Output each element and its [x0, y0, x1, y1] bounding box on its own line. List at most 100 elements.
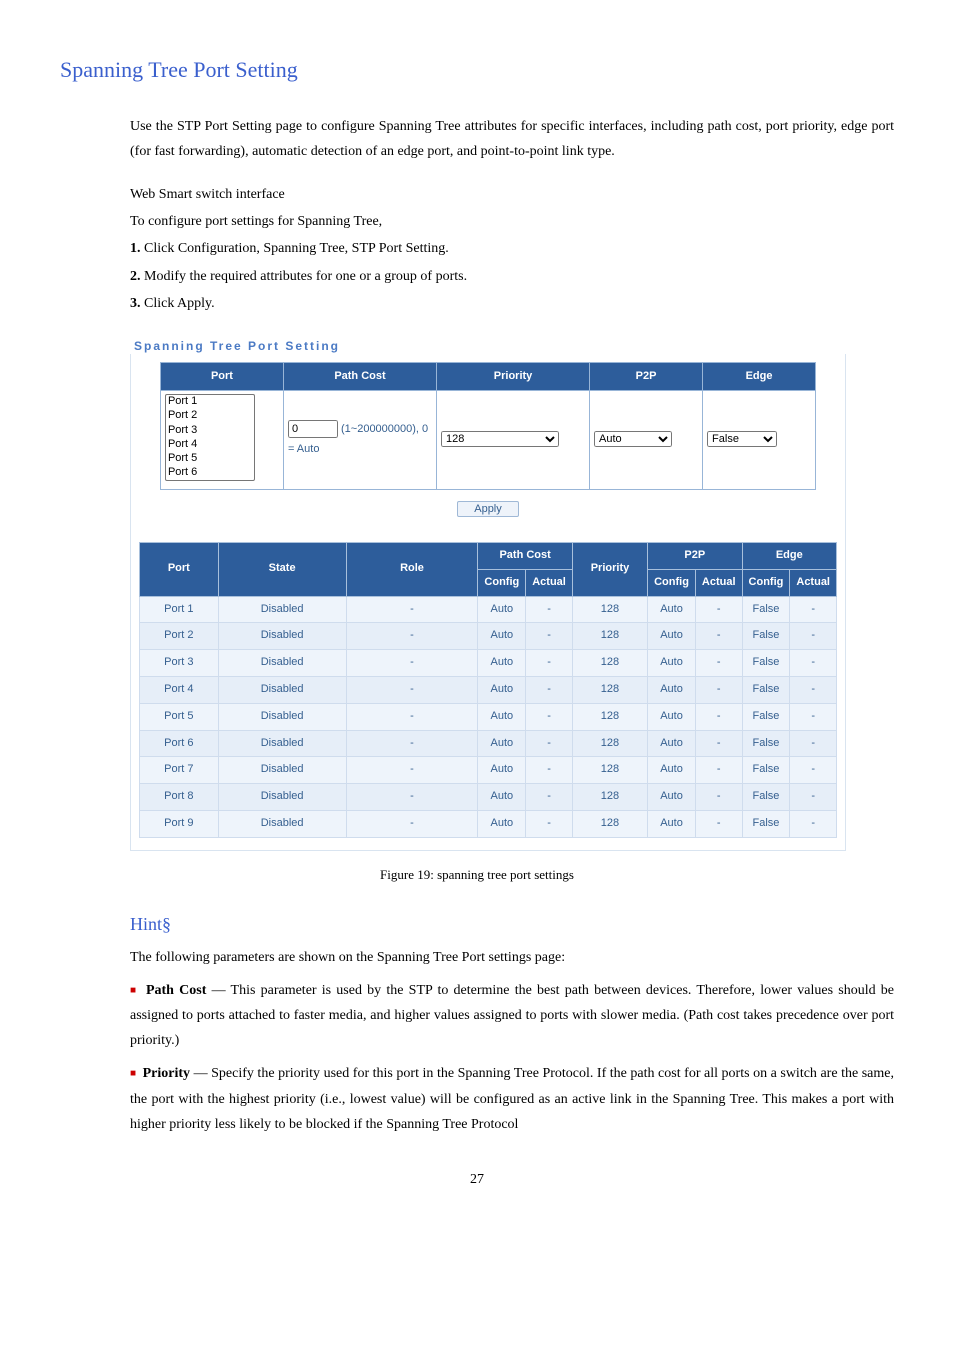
step-2: 2. Modify the required attributes for on…	[130, 264, 894, 289]
table-cell: 128	[572, 784, 647, 811]
table-cell: Auto	[648, 623, 696, 650]
port-option[interactable]: Port 1	[166, 395, 254, 409]
table-cell: Auto	[648, 596, 696, 623]
table-cell: 128	[572, 677, 647, 704]
step-3: 3. Click Apply.	[130, 291, 894, 316]
table-row: Port 6Disabled-Auto-128Auto-False-	[140, 730, 837, 757]
table-cell: Disabled	[218, 596, 346, 623]
table-cell: Auto	[478, 650, 526, 677]
hint-priority-body: — Specify the priority used for this por…	[130, 1066, 894, 1131]
table-cell: False	[742, 703, 790, 730]
tbl-th-edge: Edge	[742, 543, 836, 570]
table-cell: -	[695, 677, 742, 704]
status-table: Port State Role Path Cost Priority P2P E…	[139, 542, 837, 838]
table-cell: Disabled	[218, 810, 346, 837]
table-cell: Auto	[478, 810, 526, 837]
port-option[interactable]: Port 3	[166, 424, 254, 438]
table-cell: False	[742, 784, 790, 811]
hint-heading: Hint§	[130, 908, 894, 940]
table-cell: -	[790, 596, 837, 623]
table-row: Port 2Disabled-Auto-128Auto-False-	[140, 623, 837, 650]
table-cell: -	[526, 810, 573, 837]
bullet-icon: ■	[130, 985, 138, 996]
table-cell: Auto	[478, 596, 526, 623]
table-cell: Disabled	[218, 703, 346, 730]
port-option[interactable]: Port 2	[166, 409, 254, 423]
step-2-num: 2.	[130, 269, 141, 284]
table-cell: Disabled	[218, 784, 346, 811]
step-1: 1. Click Configuration, Spanning Tree, S…	[130, 236, 894, 261]
instr-line-1: Web Smart switch interface	[130, 182, 894, 207]
table-cell: Auto	[648, 784, 696, 811]
table-cell: Port 1	[140, 596, 219, 623]
intro-paragraph: Use the STP Port Setting page to configu…	[130, 114, 894, 164]
table-cell: -	[526, 650, 573, 677]
table-cell: -	[695, 650, 742, 677]
table-cell: -	[346, 596, 478, 623]
table-cell: 128	[572, 730, 647, 757]
table-cell: -	[695, 623, 742, 650]
table-cell: Auto	[478, 757, 526, 784]
table-cell: Port 7	[140, 757, 219, 784]
port-option[interactable]: Port 6	[166, 466, 254, 480]
cfg-th-pathcost: Path Cost	[283, 362, 436, 391]
table-cell: Auto	[478, 703, 526, 730]
table-cell: 128	[572, 757, 647, 784]
table-cell: Auto	[648, 703, 696, 730]
apply-button[interactable]: Apply	[457, 501, 519, 517]
table-cell: 128	[572, 623, 647, 650]
tbl-th-pc-config: Config	[478, 569, 526, 596]
table-cell: False	[742, 810, 790, 837]
table-cell: Auto	[478, 784, 526, 811]
table-cell: -	[346, 623, 478, 650]
table-cell: -	[526, 757, 573, 784]
tbl-th-pathcost: Path Cost	[478, 543, 572, 570]
priority-select[interactable]: 128	[441, 431, 559, 447]
tbl-th-pc-actual: Actual	[526, 569, 573, 596]
table-cell: -	[695, 784, 742, 811]
table-cell: Disabled	[218, 650, 346, 677]
tbl-th-edge-config: Config	[742, 569, 790, 596]
step-2-text: Modify the required attributes for one o…	[141, 269, 468, 284]
step-1-num: 1.	[130, 241, 141, 256]
table-cell: -	[346, 650, 478, 677]
hint-intro: The following parameters are shown on th…	[130, 945, 894, 970]
tbl-th-port: Port	[140, 543, 219, 597]
table-cell: -	[790, 677, 837, 704]
tbl-th-priority: Priority	[572, 543, 647, 597]
table-cell: -	[790, 810, 837, 837]
section-title: Spanning Tree Port Setting	[60, 50, 894, 90]
table-cell: False	[742, 757, 790, 784]
figure-caption: Figure 19: spanning tree port settings	[60, 863, 894, 886]
port-option[interactable]: Port 5	[166, 452, 254, 466]
table-cell: Port 6	[140, 730, 219, 757]
cfg-th-p2p: P2P	[590, 362, 703, 391]
table-cell: 128	[572, 650, 647, 677]
table-cell: Auto	[478, 730, 526, 757]
table-cell: False	[742, 596, 790, 623]
step-3-num: 3.	[130, 296, 141, 311]
port-multiselect[interactable]: Port 1 Port 2 Port 3 Port 4 Port 5 Port …	[165, 394, 255, 481]
tbl-th-p2p-config: Config	[648, 569, 696, 596]
table-cell: -	[695, 730, 742, 757]
bullet-icon: ■	[130, 1068, 136, 1079]
port-option[interactable]: Port 4	[166, 438, 254, 452]
table-cell: Disabled	[218, 757, 346, 784]
config-table: Port Path Cost Priority P2P Edge Port 1 …	[160, 362, 816, 491]
table-cell: -	[526, 677, 573, 704]
table-cell: -	[346, 730, 478, 757]
table-cell: Port 3	[140, 650, 219, 677]
page-number: 27	[60, 1167, 894, 1192]
table-cell: Auto	[648, 810, 696, 837]
table-cell: Port 4	[140, 677, 219, 704]
p2p-select[interactable]: Auto	[594, 431, 672, 447]
table-row: Port 9Disabled-Auto-128Auto-False-	[140, 810, 837, 837]
table-cell: -	[526, 623, 573, 650]
table-cell: -	[695, 810, 742, 837]
table-cell: Disabled	[218, 677, 346, 704]
edge-select[interactable]: False	[707, 431, 777, 447]
cfg-th-port: Port	[160, 362, 283, 391]
pathcost-input[interactable]	[288, 420, 338, 438]
hint-pathcost-body: — This parameter is used by the STP to d…	[130, 983, 894, 1048]
step-1-text: Click Configuration, Spanning Tree, STP …	[141, 241, 449, 256]
